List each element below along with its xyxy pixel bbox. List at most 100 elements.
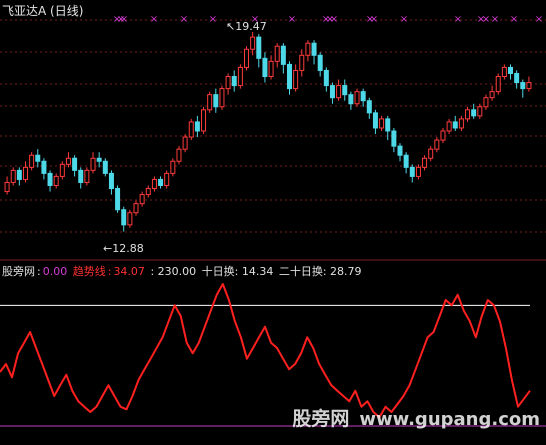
candle xyxy=(397,143,403,162)
candle xyxy=(115,185,121,213)
candle-body xyxy=(207,94,213,111)
candle xyxy=(158,176,164,189)
candle-body xyxy=(268,60,274,77)
grid-layer xyxy=(0,19,546,261)
ten-day-turnover: 十日换: 14.34 xyxy=(201,265,274,278)
candle xyxy=(170,158,176,177)
candle-body xyxy=(372,112,378,129)
candle xyxy=(483,94,489,110)
signal-marker: × xyxy=(482,14,490,25)
candle xyxy=(96,152,102,168)
candle-body xyxy=(84,169,90,183)
candle-body xyxy=(53,175,59,187)
high-price-label: ↖19.47 xyxy=(226,20,267,33)
candle-body xyxy=(415,166,421,177)
candle xyxy=(311,40,317,65)
candle xyxy=(102,158,108,177)
candle-body xyxy=(409,166,415,177)
candle xyxy=(90,152,96,174)
candle xyxy=(59,161,65,180)
watermark-url: www.gupang.com xyxy=(359,409,540,430)
candle xyxy=(366,97,372,119)
candle xyxy=(121,206,127,232)
candle-body xyxy=(35,154,41,162)
candle xyxy=(422,155,428,171)
candle xyxy=(244,46,250,71)
signal-marker: × xyxy=(120,14,128,25)
candle-body xyxy=(219,88,225,108)
candle-body xyxy=(274,45,280,62)
stock-chart[interactable]: ××× × × × × × ××× ×× × × ×× × × × ↖19.47 ←12.88 xyxy=(0,0,546,445)
signal-marker: × xyxy=(491,14,499,25)
candle xyxy=(4,176,10,195)
candle xyxy=(201,106,207,135)
candle xyxy=(342,79,348,101)
candle xyxy=(305,40,311,62)
candle-body xyxy=(170,160,176,174)
chart-title: 飞亚达A (日线) xyxy=(2,4,84,18)
indicator-legend: 股旁网:0.00 趋势线:34.07 : 230.00 十日换: 14.34 二… xyxy=(2,263,364,279)
candle-body xyxy=(385,118,391,132)
candle-body xyxy=(4,181,10,193)
candle-body xyxy=(194,121,200,132)
candle-body xyxy=(182,136,188,150)
candle-body xyxy=(145,188,151,196)
signal-marker: × xyxy=(400,14,408,25)
candle-body xyxy=(501,66,507,77)
candle xyxy=(72,155,78,177)
candle-body xyxy=(471,109,477,117)
signal-marker: × xyxy=(150,14,158,25)
candle-body xyxy=(108,172,114,190)
candle-body xyxy=(336,85,342,99)
candle-body xyxy=(286,63,292,90)
candle xyxy=(84,167,90,186)
signal-marker: × xyxy=(180,14,188,25)
candle xyxy=(225,73,231,95)
candle xyxy=(323,67,329,92)
candle-body xyxy=(323,69,329,87)
low-price-label: ←12.88 xyxy=(103,242,144,255)
candle-body xyxy=(440,130,446,141)
candle-body xyxy=(139,194,145,205)
indicator-name: 股旁网 xyxy=(2,265,35,278)
candle xyxy=(65,152,71,168)
candle xyxy=(336,79,342,101)
trend-line xyxy=(0,283,531,419)
signal-marker: × xyxy=(535,14,543,25)
candle xyxy=(317,52,323,77)
candle xyxy=(256,34,262,68)
candle-body xyxy=(520,82,526,90)
trend-line-value: 34.07 xyxy=(113,265,145,278)
candle xyxy=(489,85,495,101)
candle-body xyxy=(225,76,231,90)
candle-body xyxy=(16,169,22,180)
candle-body xyxy=(508,66,514,74)
candle xyxy=(434,137,440,153)
candle xyxy=(354,88,360,107)
candle xyxy=(268,55,274,80)
candle-body xyxy=(311,42,317,56)
candle-body xyxy=(354,91,360,105)
candle xyxy=(213,88,219,113)
candle xyxy=(520,79,526,98)
candle xyxy=(508,64,514,80)
candle-body xyxy=(317,54,323,71)
candle-body xyxy=(102,160,108,174)
candle-body xyxy=(158,178,164,186)
candle xyxy=(372,109,378,135)
candle-body xyxy=(65,157,71,165)
candle-body xyxy=(115,188,121,211)
level-value: : 230.00 xyxy=(150,265,197,278)
candle xyxy=(145,185,151,198)
candle-body xyxy=(379,118,385,129)
candle-body xyxy=(465,109,471,120)
candle xyxy=(108,170,114,195)
candle-body xyxy=(329,85,335,99)
candle xyxy=(299,49,305,77)
candle xyxy=(29,152,35,171)
candle-body xyxy=(446,121,452,132)
candle xyxy=(280,43,286,74)
candle xyxy=(127,209,133,228)
candle-body xyxy=(477,106,483,117)
candle-body xyxy=(342,85,348,96)
